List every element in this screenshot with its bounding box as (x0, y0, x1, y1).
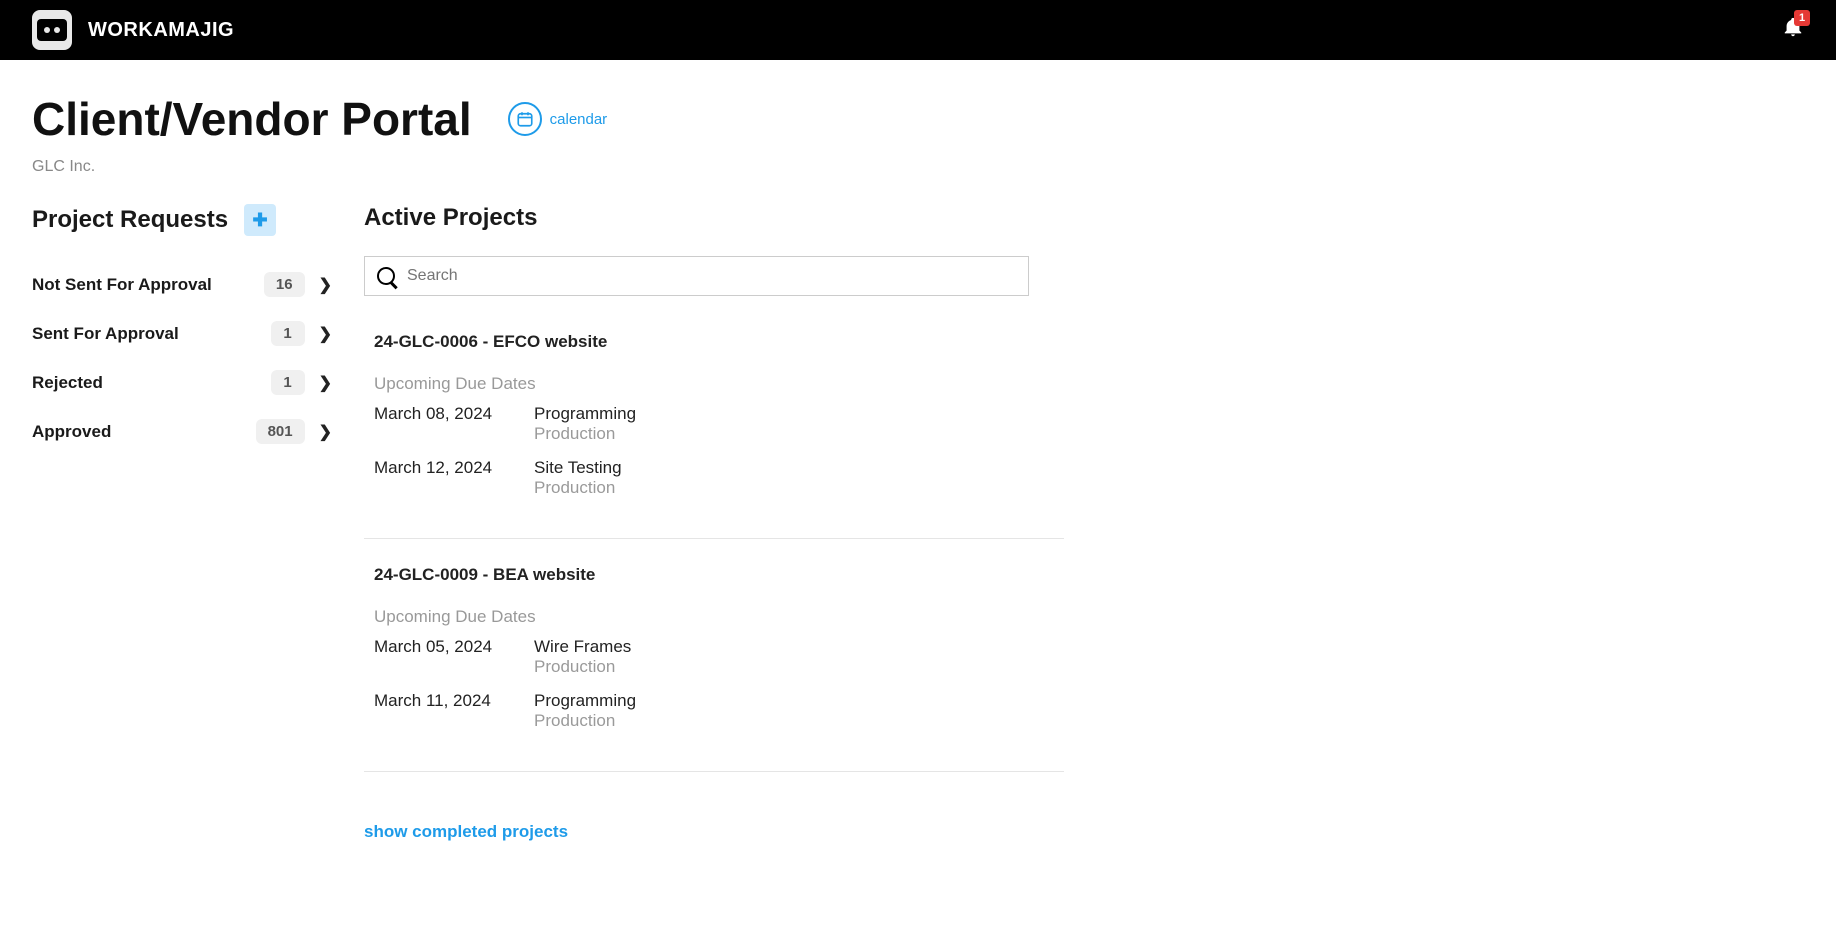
project-card: 24-GLC-0009 - BEA website Upcoming Due D… (364, 565, 1064, 772)
search-input[interactable] (405, 266, 1016, 286)
due-date: March 05, 2024 (374, 637, 534, 677)
company-name: GLC Inc. (32, 158, 1804, 176)
status-count-badge: 801 (256, 419, 305, 444)
calendar-label: calendar (550, 111, 608, 128)
task-category: Production (534, 478, 622, 498)
search-box[interactable] (364, 256, 1029, 296)
title-row: Client/Vendor Portal calendar (32, 92, 1804, 146)
robot-icon (37, 19, 67, 41)
project-title[interactable]: 24-GLC-0006 - EFCO website (374, 332, 1064, 352)
status-row-rejected[interactable]: Rejected 1 ❯ (32, 358, 332, 407)
status-label: Rejected (32, 373, 271, 393)
status-label: Not Sent For Approval (32, 275, 264, 295)
project-requests-panel: Project Requests ✚ Not Sent For Approval… (32, 204, 332, 842)
status-label: Approved (32, 422, 256, 442)
plus-icon: ✚ (253, 210, 268, 231)
due-date: March 12, 2024 (374, 458, 534, 498)
due-date: March 08, 2024 (374, 404, 534, 444)
calendar-link[interactable]: calendar (508, 102, 608, 136)
chevron-right-icon: ❯ (319, 422, 332, 442)
task-category: Production (534, 657, 631, 677)
page-body: Client/Vendor Portal calendar GLC Inc. P… (0, 60, 1836, 874)
task-category: Production (534, 424, 636, 444)
status-row-not-sent[interactable]: Not Sent For Approval 16 ❯ (32, 260, 332, 309)
add-request-button[interactable]: ✚ (244, 204, 276, 236)
columns: Project Requests ✚ Not Sent For Approval… (32, 204, 1804, 842)
brand-name: WORKAMAJIG (88, 19, 234, 42)
requests-header: Project Requests ✚ (32, 204, 332, 236)
due-row: March 11, 2024 Programming Production (374, 691, 1064, 731)
due-row: March 12, 2024 Site Testing Production (374, 458, 1064, 498)
task-name: Site Testing (534, 458, 622, 478)
project-card: 24-GLC-0006 - EFCO website Upcoming Due … (364, 332, 1064, 539)
chevron-right-icon: ❯ (319, 373, 332, 393)
due-row: March 05, 2024 Wire Frames Production (374, 637, 1064, 677)
status-count-badge: 1 (271, 321, 305, 346)
header-left: WORKAMAJIG (32, 10, 234, 50)
status-label: Sent For Approval (32, 324, 271, 344)
task-category: Production (534, 711, 636, 731)
task-name: Programming (534, 404, 636, 424)
page-title: Client/Vendor Portal (32, 92, 472, 146)
upcoming-due-dates-label: Upcoming Due Dates (374, 607, 1064, 627)
requests-title: Project Requests (32, 206, 228, 234)
task-name: Programming (534, 691, 636, 711)
status-row-approved[interactable]: Approved 801 ❯ (32, 407, 332, 456)
status-row-sent[interactable]: Sent For Approval 1 ❯ (32, 309, 332, 358)
upcoming-due-dates-label: Upcoming Due Dates (374, 374, 1064, 394)
chevron-right-icon: ❯ (319, 324, 332, 344)
active-projects-title: Active Projects (364, 204, 1064, 232)
project-title[interactable]: 24-GLC-0009 - BEA website (374, 565, 1064, 585)
notifications-button[interactable]: 1 (1782, 16, 1804, 44)
status-count-badge: 1 (271, 370, 305, 395)
app-header: WORKAMAJIG 1 (0, 0, 1836, 60)
due-date: March 11, 2024 (374, 691, 534, 731)
status-count-badge: 16 (264, 272, 305, 297)
chevron-right-icon: ❯ (319, 275, 332, 295)
due-row: March 08, 2024 Programming Production (374, 404, 1064, 444)
task-name: Wire Frames (534, 637, 631, 657)
show-completed-projects-link[interactable]: show completed projects (364, 822, 1064, 842)
calendar-icon (508, 102, 542, 136)
notification-count-badge: 1 (1794, 10, 1810, 26)
search-icon (377, 267, 395, 285)
header-right: 1 (1782, 16, 1804, 44)
app-logo[interactable] (32, 10, 72, 50)
active-projects-panel: Active Projects 24-GLC-0006 - EFCO websi… (364, 204, 1064, 842)
